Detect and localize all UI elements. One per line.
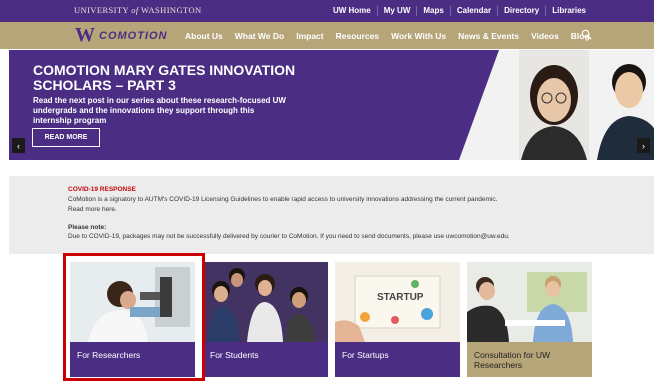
card-for-students[interactable]: For Students [203,262,328,377]
uw-top-links: UW Home My UW Maps Calendar Directory Li… [327,0,592,22]
please-note-text: Due to COVID-19, packages may not be suc… [68,233,510,240]
toplink-directory[interactable]: Directory [497,6,545,16]
toplink-my-uw[interactable]: My UW [376,6,417,16]
comotion-logo-text: COMOTION [99,29,168,42]
read-more-button[interactable]: READ MORE [32,128,100,147]
uw-wordmark-link[interactable]: UNIVERSITY of WASHINGTON [74,5,202,15]
students-photo [203,262,328,342]
svg-text:STARTUP: STARTUP [377,292,424,303]
card-consultation[interactable]: Consultation for UW Researchers [467,262,592,377]
nav-item-news-events[interactable]: News & Events [458,31,519,41]
nav-item-videos[interactable]: Videos [531,31,559,41]
uw-wordmark-of: of [131,5,139,15]
hero-title: COMOTION MARY GATES INNOVATION SCHOLARS … [33,62,296,93]
search-icon[interactable] [581,29,592,40]
covid-notice: COVID-19 RESPONSE CoMotion is a signator… [9,176,654,254]
comotion-logo[interactable]: W COMOTION [75,24,168,46]
main-nav: W COMOTION About Us What We Do Impact Re… [0,22,654,49]
uw-wordmark-prefix: UNIVERSITY [74,5,129,15]
nav-item-about-us[interactable]: About Us [185,31,223,41]
covid-read-more-link[interactable]: Read more here. [68,206,117,213]
hero-banner: COMOTION MARY GATES INNOVATION SCHOLARS … [9,50,654,160]
toplink-maps[interactable]: Maps [416,6,449,16]
carousel-prev-button[interactable]: ‹ [12,138,25,153]
hero-subtitle: Read the next post in our series about t… [33,96,286,125]
card-label-consultation: Consultation for UW Researchers [467,342,592,377]
nav-item-what-we-do[interactable]: What We Do [235,31,284,41]
card-for-startups[interactable]: STARTUP For Startups [335,262,460,377]
uw-w-logo-mark: W [75,24,95,46]
covid-body: CoMotion is a signatory to AUTM's COVID-… [68,196,498,203]
toplink-libraries[interactable]: Libraries [545,6,592,16]
nav-item-resources[interactable]: Resources [336,31,379,41]
carousel-next-button[interactable]: › [637,138,650,153]
hero-student-photos [459,50,654,160]
nav-item-impact[interactable]: Impact [296,31,323,41]
card-label-startups: For Startups [335,342,460,377]
consultation-photo [467,262,592,342]
highlight-box [63,253,205,381]
covid-title: COVID-19 RESPONSE [68,186,136,193]
toplink-uw-home[interactable]: UW Home [327,6,377,16]
page: UNIVERSITY of WASHINGTON UW Home My UW M… [0,0,654,381]
uw-wordmark-suffix: WASHINGTON [141,5,202,15]
please-note-title: Please note: [68,224,107,231]
toplink-calendar[interactable]: Calendar [449,6,497,16]
nav-item-work-with-us[interactable]: Work With Us [391,31,446,41]
uw-top-bar: UNIVERSITY of WASHINGTON UW Home My UW M… [0,0,654,22]
startups-photo: STARTUP [335,262,460,342]
card-label-students: For Students [203,342,328,377]
nav-links: About Us What We Do Impact Resources Wor… [185,22,602,49]
covid-text: CoMotion is a signatory to AUTM's COVID-… [68,195,628,215]
